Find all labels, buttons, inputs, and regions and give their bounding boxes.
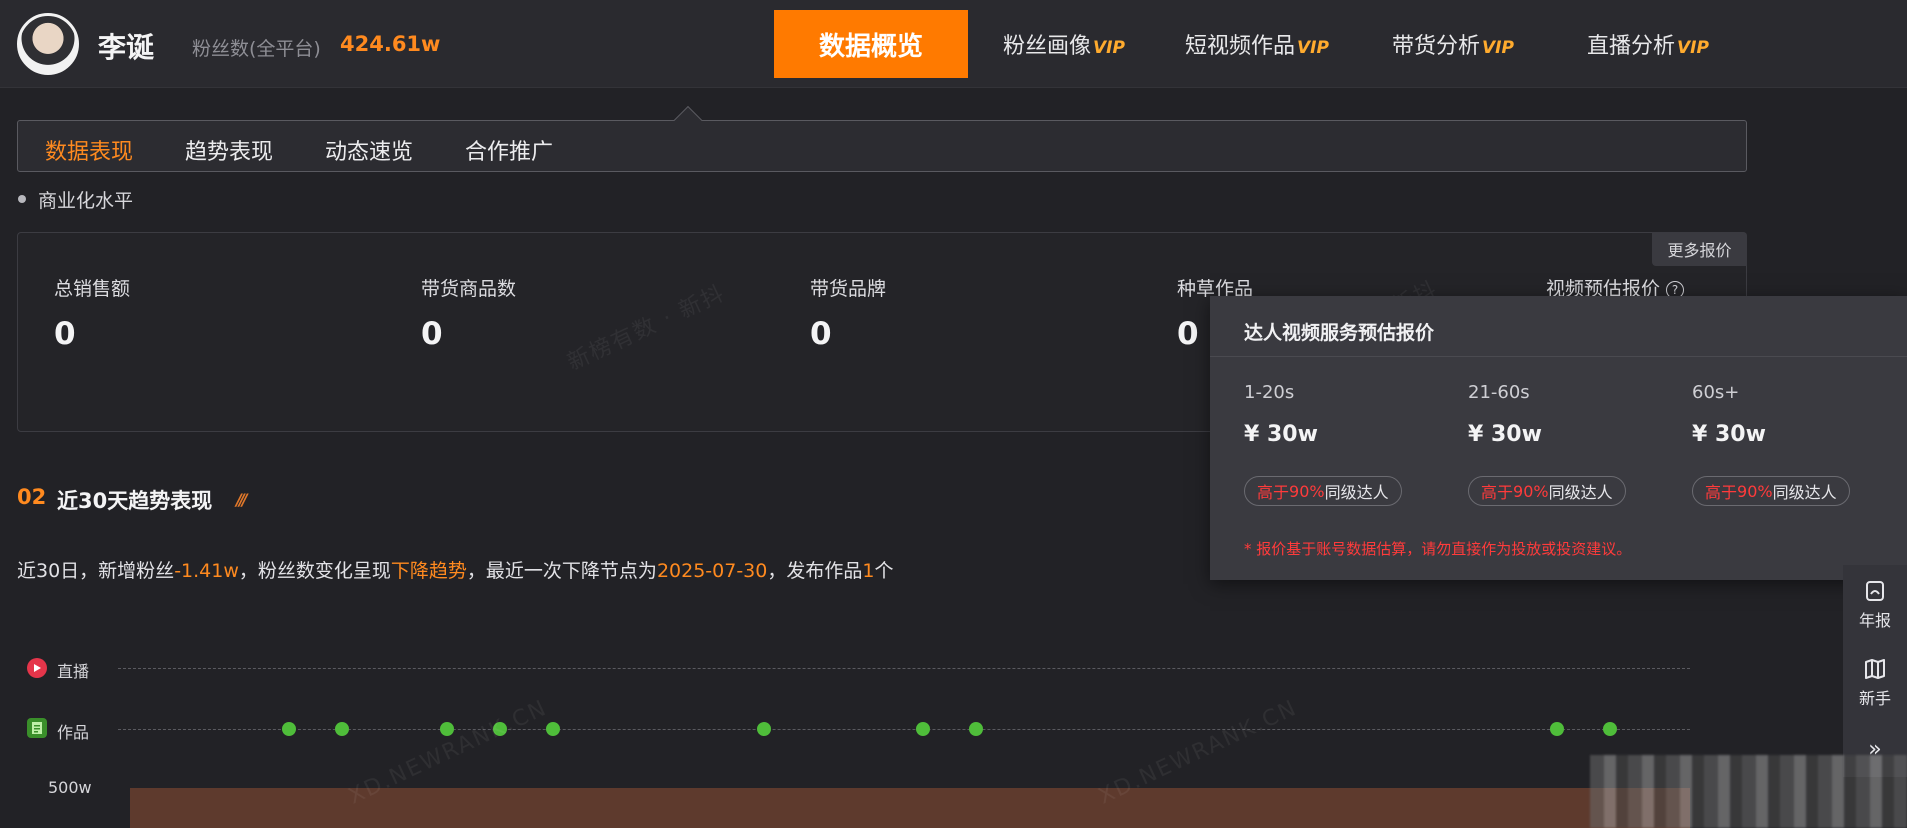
work-marker[interactable] xyxy=(546,722,560,736)
badge-text: 高于 xyxy=(1257,483,1290,502)
badge-text: 高于 xyxy=(1481,483,1514,502)
tool-label: 新手 xyxy=(1858,689,1891,708)
annual-report-button[interactable]: 年报 xyxy=(1843,579,1907,631)
subtab-cooperation[interactable]: 合作推广 xyxy=(465,134,553,166)
stat-value-product-count: 0 xyxy=(421,316,443,352)
vip-badge: VIP xyxy=(1093,38,1125,58)
tab-label: 带货分析 xyxy=(1392,34,1481,59)
badge-percent: 90% xyxy=(1737,481,1773,501)
summary-text: 近30日，新增粉丝 xyxy=(17,560,175,582)
section-title: 商业化水平 xyxy=(38,190,134,212)
username: 李诞 xyxy=(98,31,155,64)
lane-label-live: 直播 xyxy=(57,662,90,681)
work-marker[interactable] xyxy=(1550,722,1564,736)
stat-label-product-count: 带货商品数 xyxy=(421,278,517,300)
quote-price: ¥ 30w xyxy=(1244,422,1318,447)
decoration-icon: /// xyxy=(236,490,247,509)
summary-text: ，粉丝数变化呈现 xyxy=(238,560,391,582)
tab-label: 粉丝画像 xyxy=(1003,34,1092,59)
fans-change-value: -1.41w xyxy=(174,560,239,582)
avatar[interactable] xyxy=(17,13,79,75)
document-icon xyxy=(27,718,47,738)
subtab-data-performance[interactable]: 数据表现 xyxy=(45,134,133,166)
stat-label-brands: 带货品牌 xyxy=(810,278,887,300)
trend-summary: 近30日，新增粉丝-1.41w，粉丝数变化呈现下降趋势，最近一次下降节点为202… xyxy=(17,556,893,583)
popup-title: 达人视频服务预估报价 xyxy=(1244,322,1435,344)
popup-divider xyxy=(1210,356,1907,357)
novice-guide-button[interactable]: 新手 xyxy=(1843,657,1907,709)
stat-label-total-sales: 总销售额 xyxy=(54,278,131,300)
summary-text: ，发布作品 xyxy=(767,560,863,582)
floating-toolbar: 年报 新手 » xyxy=(1843,565,1907,777)
quote-range: 21-60s xyxy=(1468,382,1530,403)
quote-range: 60s+ xyxy=(1692,382,1740,403)
disclaimer-note: * 报价基于账号数据估算，请勿直接作为投放或投资建议。 xyxy=(1244,540,1632,558)
fans-label: 粉丝数(全平台) xyxy=(192,38,321,60)
work-marker[interactable] xyxy=(969,722,983,736)
price-quote-popup: 达人视频服务预估报价 1-20s ¥ 30w 高于 90% 同级达人 21-60s … xyxy=(1210,296,1907,580)
tab-label: 直播分析 xyxy=(1587,34,1676,59)
trend-direction: 下降趋势 xyxy=(390,560,467,582)
summary-text: 个 xyxy=(874,560,894,582)
top-header: 李诞 粉丝数(全平台) 424.61w 数据概览 粉丝画像 VIP 短视频作品 VI… xyxy=(0,0,1907,88)
stat-value-total-sales: 0 xyxy=(54,316,76,352)
badge-text: 同级达人 xyxy=(1324,483,1389,502)
work-marker[interactable] xyxy=(757,722,771,736)
tool-label: 年报 xyxy=(1858,611,1891,630)
summary-text: ，最近一次下降节点为 xyxy=(466,560,657,582)
tab-label: 数据概览 xyxy=(818,31,923,62)
vip-badge: VIP xyxy=(1297,38,1329,58)
quote-badge: 高于 90% 同级达人 xyxy=(1692,476,1850,506)
subtab-trend-performance[interactable]: 趋势表现 xyxy=(185,134,273,166)
tab-data-overview[interactable]: 数据概览 xyxy=(774,10,968,78)
vip-badge: VIP xyxy=(1482,38,1514,58)
live-icon xyxy=(27,658,47,678)
lane-label-works: 作品 xyxy=(57,723,90,742)
badge-percent: 90% xyxy=(1289,481,1325,501)
work-marker[interactable] xyxy=(1603,722,1617,736)
map-icon xyxy=(1865,659,1885,679)
lane-line-works xyxy=(118,729,1690,730)
badge-percent: 90% xyxy=(1513,481,1549,501)
fans-value: 424.61w xyxy=(340,32,441,56)
subtab-activity-overview[interactable]: 动态速览 xyxy=(325,134,413,166)
book-icon xyxy=(1866,581,1884,601)
work-marker[interactable] xyxy=(916,722,930,736)
work-marker[interactable] xyxy=(440,722,454,736)
work-marker[interactable] xyxy=(335,722,349,736)
quote-badge: 高于 90% 同级达人 xyxy=(1468,476,1626,506)
badge-text: 高于 xyxy=(1705,483,1738,502)
works-count: 1 xyxy=(862,560,875,582)
badge-text: 同级达人 xyxy=(1548,483,1613,502)
bullet-dot xyxy=(18,195,26,203)
work-marker[interactable] xyxy=(282,722,296,736)
tab-commerce-analysis[interactable]: 带货分析 VIP xyxy=(1392,28,1514,60)
app-root: 李诞 粉丝数(全平台) 424.61w 数据概览 粉丝画像 VIP 短视频作品 VI… xyxy=(0,0,1907,828)
lane-line-live xyxy=(118,668,1690,669)
tab-short-video[interactable]: 短视频作品 VIP xyxy=(1185,28,1329,60)
vip-badge: VIP xyxy=(1677,38,1709,58)
y-axis-label: 500w xyxy=(48,778,92,797)
tab-fans-profile[interactable]: 粉丝画像 VIP xyxy=(1003,28,1125,60)
tab-live-analysis[interactable]: 直播分析 VIP xyxy=(1587,28,1709,60)
badge-text: 同级达人 xyxy=(1772,483,1837,502)
quote-price: ¥ 30w xyxy=(1468,422,1542,447)
stat-value-brands: 0 xyxy=(810,316,832,352)
more-quote-button[interactable]: 更多报价 xyxy=(1652,232,1747,266)
quote-price: ¥ 30w xyxy=(1692,422,1766,447)
trend-section-title: 近30天趋势表现 xyxy=(57,489,213,513)
subtab-bar: 数据表现 趋势表现 动态速览 合作推广 xyxy=(17,120,1747,172)
quote-badge: 高于 90% 同级达人 xyxy=(1244,476,1402,506)
drop-date: 2025-07-30 xyxy=(656,560,768,582)
stat-value-seeding-works: 0 xyxy=(1177,316,1199,352)
section-number: 02 xyxy=(17,485,47,509)
tab-label: 短视频作品 xyxy=(1185,34,1296,59)
quote-range: 1-20s xyxy=(1244,382,1295,403)
blurred-region xyxy=(1590,755,1907,828)
